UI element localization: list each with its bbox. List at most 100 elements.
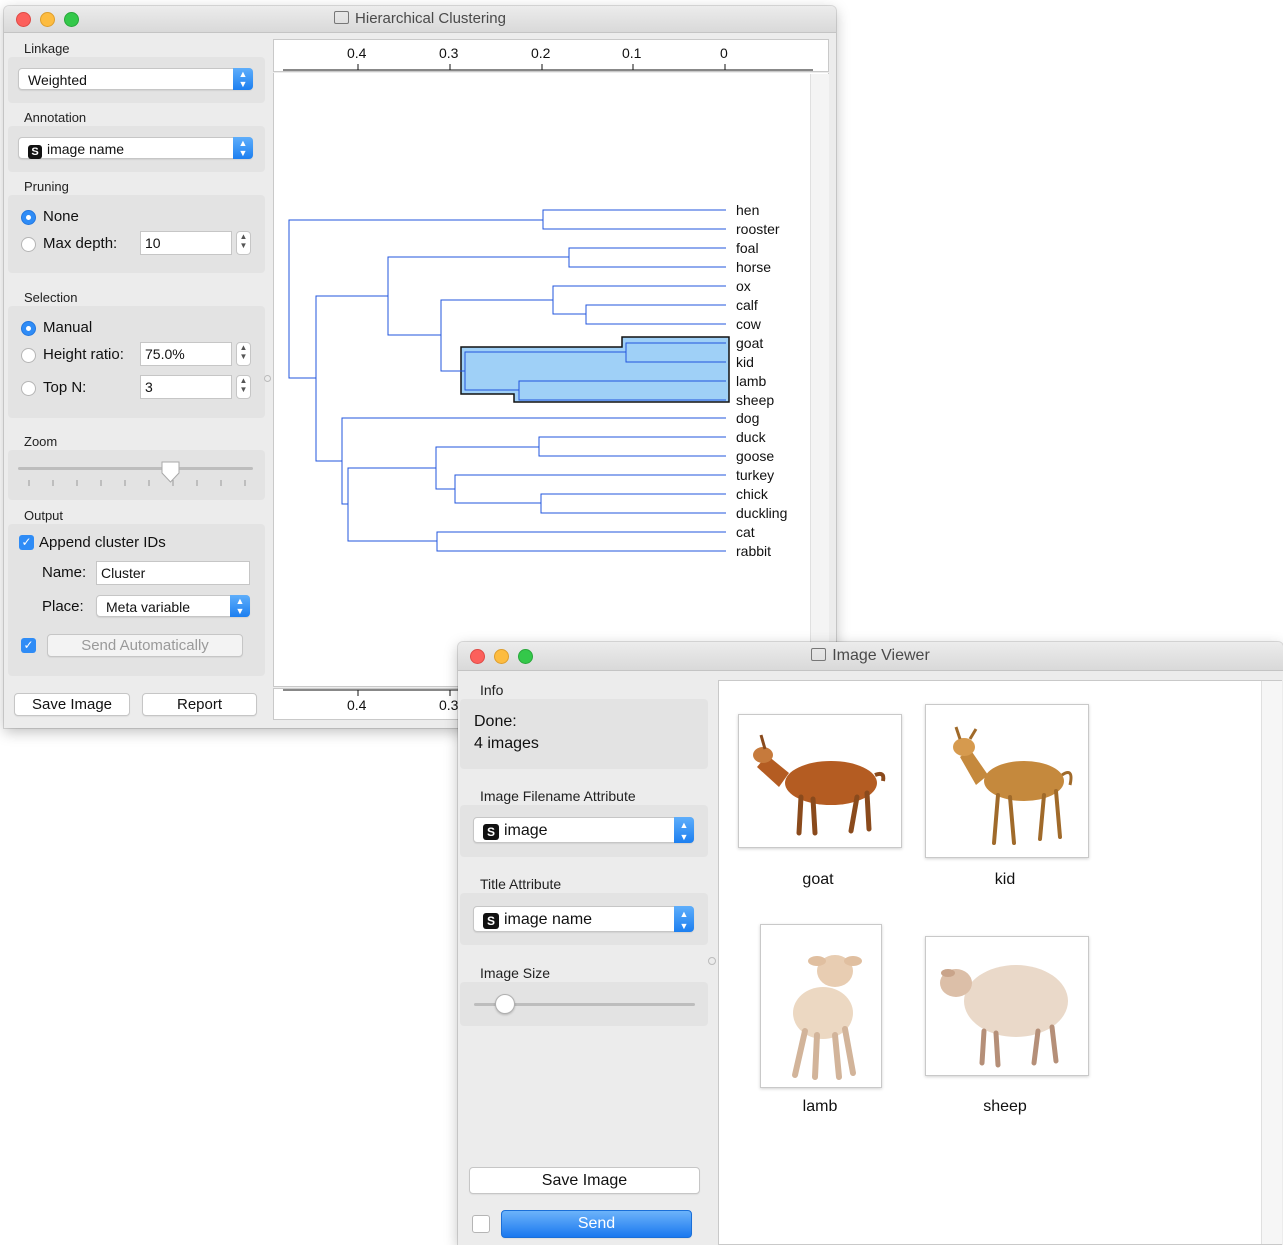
- leaf-label: duckling: [736, 505, 788, 521]
- annotation-select[interactable]: Simage name ▲ ▼: [18, 137, 253, 159]
- max-depth-label: Max depth:: [43, 235, 118, 252]
- select-arrows-icon: ▲ ▼: [230, 595, 250, 617]
- manual-label: Manual: [43, 319, 93, 336]
- zoom-slider-thumb[interactable]: [160, 460, 182, 486]
- leaf-label: cow: [736, 316, 761, 332]
- selection-manual-radio[interactable]: [21, 321, 36, 336]
- splitter-handle[interactable]: [264, 375, 271, 382]
- hc-titlebar[interactable]: Hierarchical Clustering: [4, 6, 836, 33]
- report-button[interactable]: Report: [142, 693, 257, 716]
- leaf-label: goat: [736, 335, 764, 351]
- select-arrows-icon: ▲ ▼: [233, 68, 253, 90]
- selection-height-ratio-radio[interactable]: [21, 348, 36, 363]
- top-n-input[interactable]: 3: [140, 375, 232, 399]
- window-title: Hierarchical Clustering: [355, 10, 506, 27]
- axis-tick-top: 0.2: [531, 45, 551, 61]
- title-attr-value: image name: [504, 911, 593, 928]
- send-automatically-checkbox[interactable]: [472, 1215, 490, 1233]
- max-depth-stepper[interactable]: ▲ ▼: [236, 231, 251, 255]
- info-image-count: 4 images: [474, 735, 539, 752]
- pruning-none-radio[interactable]: [21, 210, 36, 225]
- leaf-label: sheep: [736, 392, 775, 408]
- filename-attr-label: Image Filename Attribute: [480, 788, 636, 804]
- info-status: Done:: [474, 713, 517, 730]
- image-caption: lamb: [802, 1098, 838, 1115]
- height-ratio-input[interactable]: 75.0%: [140, 342, 232, 366]
- leaf-label: goose: [736, 448, 775, 464]
- select-arrows-icon: ▲ ▼: [674, 906, 694, 932]
- annotation-value: image name: [47, 141, 125, 157]
- send-automatically-button[interactable]: Send Automatically: [47, 634, 243, 657]
- axis-tick-top: 0: [720, 45, 728, 61]
- select-arrows-icon: ▲ ▼: [233, 137, 253, 159]
- place-label: Place:: [42, 598, 84, 615]
- image-thumbnail-kid[interactable]: [925, 704, 1089, 858]
- splitter-handle[interactable]: [708, 957, 716, 965]
- image-thumbnail-sheep[interactable]: [925, 936, 1089, 1076]
- axis-tick-top: 0.4: [347, 45, 367, 61]
- leaf-label: dog: [736, 410, 760, 426]
- output-label: Output: [24, 508, 64, 523]
- height-ratio-stepper[interactable]: ▲ ▼: [236, 342, 251, 366]
- zoom-slider-track[interactable]: [18, 467, 253, 470]
- leaf-label: rooster: [736, 221, 780, 237]
- image-caption: kid: [994, 871, 1016, 888]
- linkage-select[interactable]: Weighted ▲ ▼: [18, 68, 253, 90]
- height-ratio-label: Height ratio:: [43, 346, 124, 363]
- axis-ticks-top-lines: [283, 64, 813, 71]
- save-image-button[interactable]: Save Image: [469, 1167, 700, 1194]
- top-n-label: Top N:: [43, 379, 87, 396]
- save-image-button[interactable]: Save Image: [14, 693, 130, 716]
- lamb-image: [792, 955, 862, 1080]
- image-size-label: Image Size: [480, 965, 551, 981]
- zoom-slider-ticks: [28, 480, 246, 486]
- image-grid-scrollbar[interactable]: [1261, 681, 1282, 1244]
- cluster-name-input[interactable]: Cluster: [96, 561, 250, 585]
- linkage-label: Linkage: [24, 41, 70, 56]
- goat-image: [753, 734, 886, 836]
- dendrogram-scrollbar[interactable]: [810, 74, 829, 686]
- place-select[interactable]: Meta variable ▲ ▼: [96, 595, 250, 617]
- image-viewer-icon: [811, 648, 827, 661]
- title-attr-label: Title Attribute: [480, 876, 562, 892]
- leaf-label: rabbit: [736, 543, 772, 559]
- filename-attr-select[interactable]: Simage ▲ ▼: [473, 817, 694, 843]
- zoom-box: [8, 450, 265, 500]
- window-title: Image Viewer: [832, 647, 930, 664]
- append-cluster-ids-label: Append cluster IDs: [39, 534, 166, 551]
- image-caption: goat: [802, 871, 834, 888]
- pruning-label: Pruning: [24, 179, 69, 194]
- axis-tick-top: 0.1: [622, 45, 642, 61]
- string-type-icon: S: [483, 824, 499, 840]
- image-thumbnail-goat[interactable]: [738, 714, 902, 848]
- max-depth-input[interactable]: 10: [140, 231, 232, 255]
- zoom-label: Zoom: [24, 434, 58, 449]
- append-cluster-ids-checkbox[interactable]: ✓: [19, 535, 34, 550]
- selection-label: Selection: [24, 290, 78, 305]
- string-type-icon: S: [28, 145, 42, 159]
- linkage-value: Weighted: [28, 72, 87, 88]
- select-arrows-icon: ▲ ▼: [674, 817, 694, 843]
- iv-titlebar[interactable]: Image Viewer: [458, 642, 1283, 671]
- leaf-label: hen: [736, 202, 760, 218]
- info-label: Info: [480, 682, 504, 698]
- sheep-image: [940, 965, 1068, 1068]
- title-attr-select[interactable]: Simage name ▲ ▼: [473, 906, 694, 932]
- leaf-label: foal: [736, 240, 759, 256]
- leaf-label: turkey: [736, 467, 775, 483]
- image-viewer-window: Image Viewer Info Done: 4 images Image F…: [458, 642, 1283, 1245]
- string-type-icon: S: [483, 913, 499, 929]
- image-caption: sheep: [983, 1098, 1027, 1115]
- send-button[interactable]: Send: [501, 1210, 692, 1238]
- selection-top-n-radio[interactable]: [21, 381, 36, 396]
- leaf-label: calf: [736, 297, 758, 313]
- image-size-slider-thumb[interactable]: [495, 994, 515, 1014]
- filename-attr-value: image: [504, 822, 548, 839]
- leaf-label: lamb: [736, 373, 767, 389]
- pruning-max-depth-radio[interactable]: [21, 237, 36, 252]
- leaf-label: kid: [736, 354, 754, 370]
- image-thumbnail-lamb[interactable]: [760, 924, 882, 1088]
- top-n-stepper[interactable]: ▲ ▼: [236, 375, 251, 399]
- send-automatically-checkbox[interactable]: ✓: [21, 638, 36, 653]
- kid-image: [953, 726, 1073, 845]
